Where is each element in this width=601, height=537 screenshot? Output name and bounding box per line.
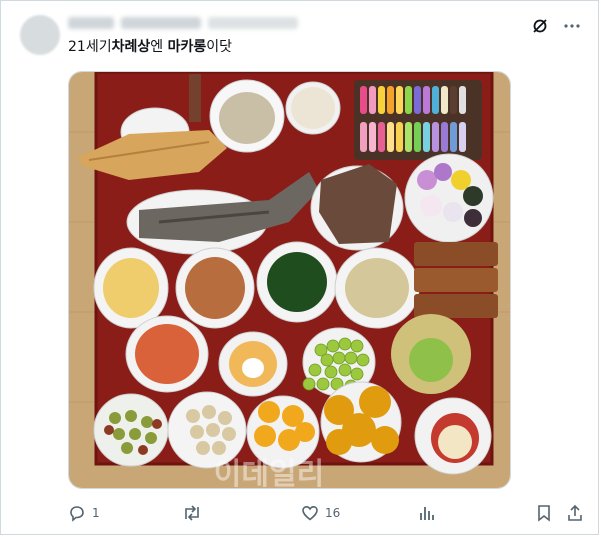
action-bar: 1 16 [68,501,588,525]
like-button[interactable]: 16 [301,501,340,525]
repost-icon [185,505,199,521]
reply-button[interactable]: 1 [68,501,100,525]
avatar[interactable] [20,15,60,55]
display-name[interactable] [68,17,114,29]
post-text-bold: 마카롱 [167,39,207,55]
views-button[interactable] [419,501,435,525]
share-button[interactable] [567,501,583,525]
share-icon [568,504,582,521]
like-count: 16 [325,506,341,520]
bookmark-button[interactable] [536,501,552,525]
post-text: 21세기차례상엔 마카롱이닷 [68,38,232,56]
post-photo[interactable]: 이데일리 [68,71,511,489]
post-text-part: 이닷 [206,39,232,55]
handle[interactable] [121,17,201,29]
watermark: 이데일리 [214,457,324,489]
reply-icon [70,506,84,522]
like-icon [302,505,318,521]
more-icon[interactable] [562,16,582,36]
views-icon [420,507,434,520]
timestamp[interactable] [208,17,298,29]
repost-button[interactable] [182,501,208,525]
post-text-bold: 차례상 [111,39,151,55]
post-text-part: 엔 [150,39,168,55]
grok-icon[interactable] [530,16,550,36]
tweet-card[interactable]: 21세기차례상엔 마카롱이닷 이데일리 1 16 [0,0,599,535]
post-text-part: 21세기 [68,39,112,55]
bookmark-icon [538,505,550,522]
reply-count: 1 [92,506,100,520]
